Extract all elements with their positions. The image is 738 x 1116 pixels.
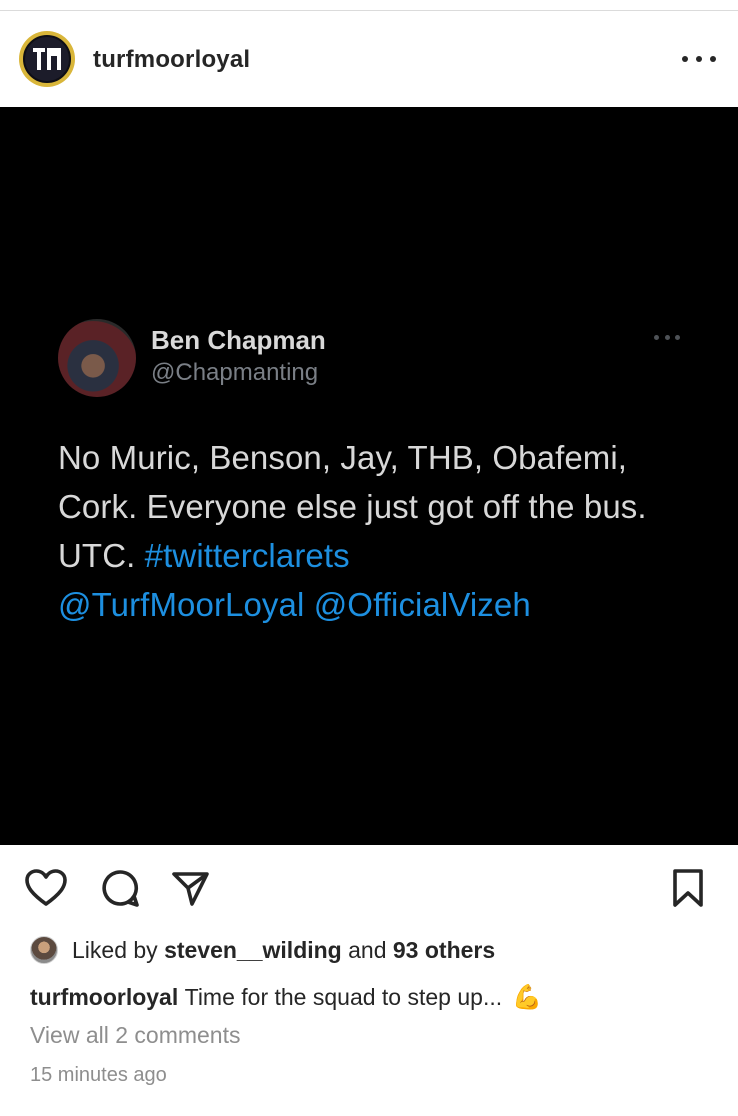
tweet-mention: @OfficialVizeh: [313, 586, 531, 623]
comment-button[interactable]: [96, 862, 144, 914]
likes-prefix: Liked by: [72, 936, 158, 963]
liker-avatar[interactable]: [30, 936, 58, 964]
post-caption: turfmoorloyal Time for the squad to step…: [30, 980, 542, 1014]
tm-logo-icon: [33, 48, 61, 70]
liker-username[interactable]: steven__wilding: [164, 937, 342, 964]
likes-summary: Liked by steven__wilding and 93 others: [30, 934, 495, 966]
likes-connector: and: [348, 936, 387, 963]
flexed-biceps-emoji: 💪: [512, 983, 543, 1011]
caption-text: Time for the squad to step up...: [184, 983, 503, 1010]
more-dot-icon: [696, 56, 702, 62]
like-button[interactable]: [22, 862, 70, 914]
post-action-bar: [0, 862, 738, 918]
post-header: turfmoorloyal: [0, 22, 738, 98]
post-username[interactable]: turfmoorloyal: [93, 46, 250, 74]
top-divider: [0, 10, 738, 11]
comment-icon: [102, 870, 139, 907]
tweet-author-handle: @Chapmanting: [151, 359, 319, 386]
tweet-author-name: Ben Chapman: [151, 325, 326, 355]
tweet-more-icon: [654, 335, 680, 341]
post-timestamp: 15 minutes ago: [30, 1064, 167, 1086]
more-options-button[interactable]: [682, 52, 716, 66]
heart-icon: [25, 869, 67, 906]
send-icon: [172, 872, 209, 906]
more-dot-icon: [710, 56, 716, 62]
post-image[interactable]: Ben Chapman @Chapmanting No Muric, Benso…: [0, 107, 738, 845]
view-comments-link[interactable]: View all 2 comments: [30, 1022, 241, 1049]
save-button[interactable]: [664, 862, 712, 914]
tweet-mention: @TurfMoorLoyal: [58, 586, 305, 623]
avatar-logo: [23, 35, 71, 83]
tweet-text: No Muric, Benson, Jay, THB, Obafemi, Cor…: [58, 433, 708, 629]
profile-avatar[interactable]: [19, 31, 75, 87]
caption-username[interactable]: turfmoorloyal: [30, 984, 178, 1011]
tweet-author-avatar: [58, 319, 136, 397]
likes-count-link[interactable]: 93 others: [393, 937, 495, 964]
share-button[interactable]: [166, 862, 214, 914]
more-dot-icon: [682, 56, 688, 62]
bookmark-icon: [673, 869, 703, 907]
tweet-hashtag: #twitterclarets: [144, 537, 350, 574]
